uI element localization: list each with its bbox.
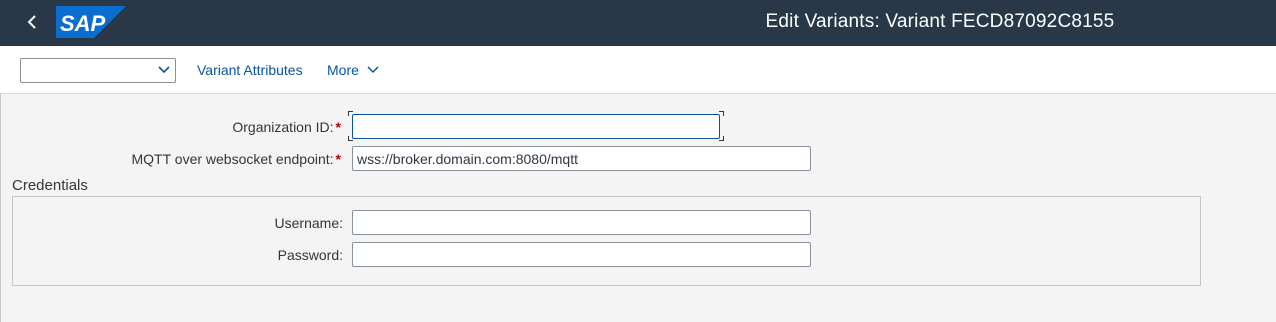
left-divider (0, 94, 1, 322)
mqtt-endpoint-input[interactable] (352, 146, 811, 171)
variant-select[interactable] (20, 58, 176, 83)
page-title: Edit Variants: Variant FECD87092C8155 (765, 11, 1115, 32)
required-marker: * (335, 151, 341, 167)
password-label: Password: (277, 247, 343, 263)
svg-text:SAP: SAP (60, 11, 106, 36)
variant-attributes-button[interactable]: Variant Attributes (197, 62, 303, 78)
credentials-title: Credentials (12, 177, 88, 194)
organization-id-input[interactable] (352, 114, 720, 139)
chevron-left-icon (27, 15, 36, 29)
password-input[interactable] (352, 242, 811, 267)
more-label: More (327, 62, 359, 78)
mqtt-endpoint-label-text: MQTT over websocket endpoint: (131, 151, 334, 167)
toolbar: Variant Attributes More (0, 46, 1276, 94)
sap-logo: SAP (56, 6, 126, 38)
username-input[interactable] (352, 210, 811, 235)
required-marker: * (335, 119, 341, 135)
more-button[interactable]: More (327, 62, 379, 78)
chevron-down-icon (367, 66, 379, 74)
back-button[interactable] (18, 8, 46, 36)
username-label: Username: (274, 215, 343, 231)
shell-header: SAP Edit Variants: Variant FECD87092C815… (0, 0, 1276, 46)
organization-id-label-text: Organization ID: (232, 119, 334, 135)
mqtt-endpoint-label: MQTT over websocket endpoint: * (131, 151, 341, 167)
chevron-down-icon (158, 66, 170, 74)
organization-id-label: Organization ID: * (232, 119, 341, 135)
